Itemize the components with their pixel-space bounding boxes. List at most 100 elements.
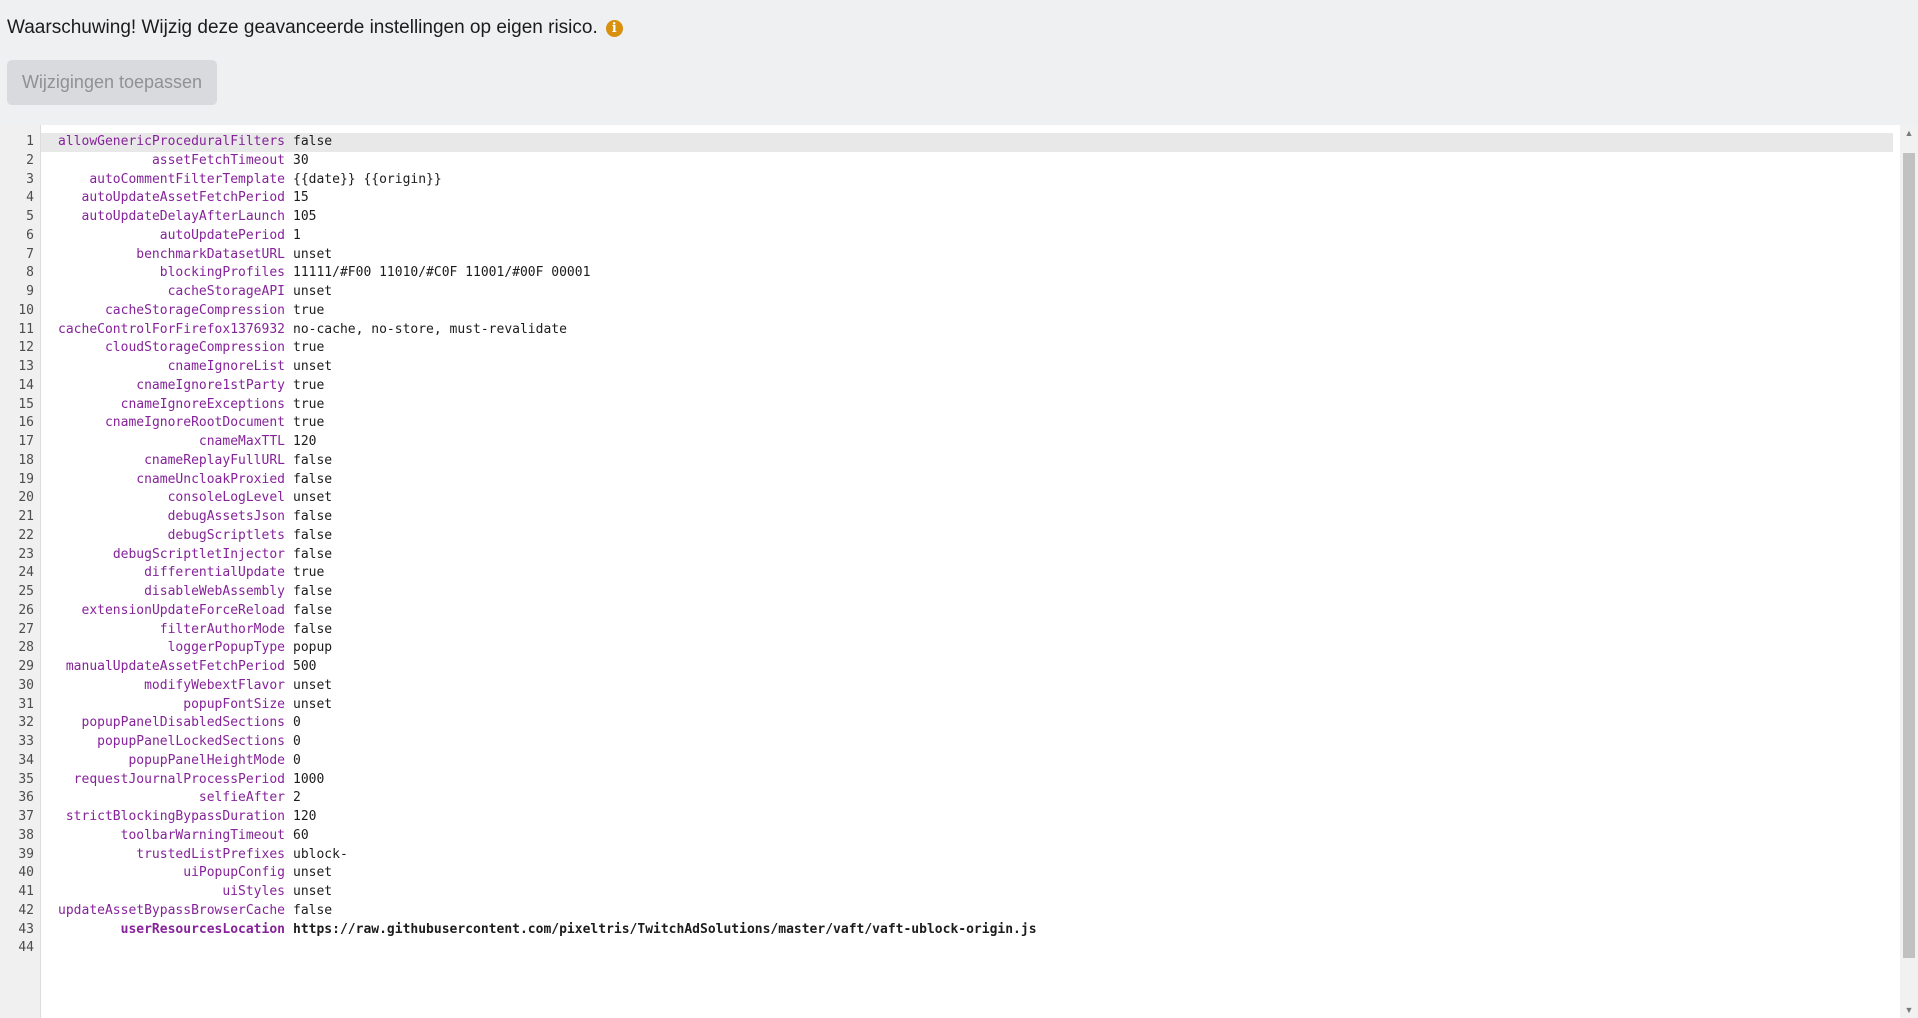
editor-line[interactable]: 29 manualUpdateAssetFetchPeriod 500 [0,658,1893,677]
setting-value[interactable]: unset [293,883,332,902]
line-content[interactable]: trustedListPrefixes ublock- [41,846,1893,865]
editor-line[interactable]: 2 assetFetchTimeout 30 [0,152,1893,171]
setting-value[interactable]: unset [293,696,332,715]
setting-value[interactable]: unset [293,489,332,508]
vertical-scrollbar[interactable]: ▲ ▼ [1900,125,1918,1018]
line-content[interactable]: popupPanelHeightMode 0 [41,752,1893,771]
setting-value[interactable]: 120 [293,808,316,827]
line-content[interactable]: cacheControlForFirefox1376932 no-cache, n… [41,321,1893,340]
editor-line[interactable]: 9 cacheStorageAPI unset [0,283,1893,302]
line-content[interactable]: cnameReplayFullURL false [41,452,1893,471]
editor-line[interactable]: 13 cnameIgnoreList unset [0,358,1893,377]
setting-value[interactable]: true [293,396,324,415]
setting-value[interactable]: 1 [293,227,301,246]
line-content[interactable]: assetFetchTimeout 30 [41,152,1893,171]
scrollbar-thumb[interactable] [1903,153,1915,958]
setting-value[interactable]: ublock- [293,846,348,865]
editor-line[interactable]: 42 updateAssetBypassBrowserCache false [0,902,1893,921]
line-content[interactable]: toolbarWarningTimeout 60 [41,827,1893,846]
setting-value[interactable]: false [293,133,332,152]
line-content[interactable]: cacheStorageAPI unset [41,283,1893,302]
setting-value[interactable]: 2 [293,789,301,808]
editor-line[interactable]: 12 cloudStorageCompression true [0,339,1893,358]
line-content[interactable]: autoUpdatePeriod 1 [41,227,1893,246]
line-content[interactable]: popupPanelLockedSections 0 [41,733,1893,752]
editor-line[interactable]: 18 cnameReplayFullURL false [0,452,1893,471]
line-content[interactable] [41,939,1893,958]
line-content[interactable]: cnameMaxTTL 120 [41,433,1893,452]
line-content[interactable]: manualUpdateAssetFetchPeriod 500 [41,658,1893,677]
editor-line[interactable]: 16 cnameIgnoreRootDocument true [0,414,1893,433]
setting-value[interactable]: 120 [293,433,316,452]
editor-line[interactable]: 6 autoUpdatePeriod 1 [0,227,1893,246]
editor-line[interactable]: 24 differentialUpdate true [0,564,1893,583]
editor-line[interactable]: 28 loggerPopupType popup [0,639,1893,658]
editor-line[interactable]: 22 debugScriptlets false [0,527,1893,546]
setting-value[interactable]: false [293,602,332,621]
line-content[interactable]: uiPopupConfig unset [41,864,1893,883]
line-content[interactable]: updateAssetBypassBrowserCache false [41,902,1893,921]
editor-line[interactable]: 7 benchmarkDatasetURL unset [0,246,1893,265]
setting-value[interactable]: 60 [293,827,309,846]
setting-value[interactable]: false [293,621,332,640]
setting-value[interactable]: 105 [293,208,316,227]
line-content[interactable]: cnameIgnore1stParty true [41,377,1893,396]
setting-value[interactable]: unset [293,677,332,696]
setting-value[interactable]: true [293,377,324,396]
setting-value[interactable]: unset [293,283,332,302]
scroll-up-arrow-icon[interactable]: ▲ [1900,125,1918,141]
setting-value[interactable]: false [293,902,332,921]
setting-value[interactable]: true [293,302,324,321]
setting-value[interactable]: false [293,508,332,527]
line-content[interactable]: cnameIgnoreList unset [41,358,1893,377]
editor-line[interactable]: 8 blockingProfiles 11111/#F00 11010/#C0F 1… [0,264,1893,283]
line-content[interactable]: cloudStorageCompression true [41,339,1893,358]
setting-value[interactable]: true [293,564,324,583]
line-content[interactable]: autoUpdateDelayAfterLaunch 105 [41,208,1893,227]
setting-value[interactable]: 11111/#F00 11010/#C0F 11001/#00F 00001 [293,264,590,283]
setting-value[interactable]: popup [293,639,332,658]
editor-line[interactable]: 4 autoUpdateAssetFetchPeriod 15 [0,189,1893,208]
setting-value[interactable]: false [293,452,332,471]
setting-value[interactable]: 0 [293,752,301,771]
advanced-settings-editor[interactable]: 1 allowGenericProceduralFilters false 2 asse… [0,125,1918,1018]
setting-value[interactable]: 0 [293,733,301,752]
setting-value[interactable]: unset [293,358,332,377]
line-content[interactable]: popupFontSize unset [41,696,1893,715]
editor-line[interactable]: 41 uiStyles unset [0,883,1893,902]
editor-line[interactable]: 14 cnameIgnore1stParty true [0,377,1893,396]
editor-line[interactable]: 35 requestJournalProcessPeriod 1000 [0,771,1893,790]
line-content[interactable]: allowGenericProceduralFilters false [41,133,1893,152]
setting-value[interactable]: false [293,527,332,546]
editor-line[interactable]: 10 cacheStorageCompression true [0,302,1893,321]
setting-value[interactable]: 500 [293,658,316,677]
editor-line[interactable]: 40 uiPopupConfig unset [0,864,1893,883]
editor-line[interactable]: 32 popupPanelDisabledSections 0 [0,714,1893,733]
editor-line[interactable]: 5 autoUpdateDelayAfterLaunch 105 [0,208,1893,227]
line-content[interactable]: extensionUpdateForceReload false [41,602,1893,621]
line-content[interactable]: autoCommentFilterTemplate {{date}} {{orig… [41,171,1893,190]
line-content[interactable]: debugScriptletInjector false [41,546,1893,565]
line-content[interactable]: loggerPopupType popup [41,639,1893,658]
setting-value[interactable]: true [293,339,324,358]
editor-line[interactable]: 30 modifyWebextFlavor unset [0,677,1893,696]
line-content[interactable]: strictBlockingBypassDuration 120 [41,808,1893,827]
editor-line[interactable]: 25 disableWebAssembly false [0,583,1893,602]
setting-value[interactable]: 30 [293,152,309,171]
setting-value[interactable]: 15 [293,189,309,208]
setting-value[interactable]: 1000 [293,771,324,790]
line-content[interactable]: cnameIgnoreExceptions true [41,396,1893,415]
setting-value[interactable]: true [293,414,324,433]
line-content[interactable]: cnameIgnoreRootDocument true [41,414,1893,433]
line-content[interactable]: debugAssetsJson false [41,508,1893,527]
setting-value[interactable]: false [293,471,332,490]
setting-value[interactable]: unset [293,864,332,883]
line-content[interactable]: cnameUncloakProxied false [41,471,1893,490]
editor-line[interactable]: 26 extensionUpdateForceReload false [0,602,1893,621]
editor-line[interactable]: 20 consoleLogLevel unset [0,489,1893,508]
line-content[interactable]: requestJournalProcessPeriod 1000 [41,771,1893,790]
line-content[interactable]: cacheStorageCompression true [41,302,1893,321]
line-content[interactable]: debugScriptlets false [41,527,1893,546]
editor-line[interactable]: 39 trustedListPrefixes ublock- [0,846,1893,865]
setting-value[interactable]: 0 [293,714,301,733]
